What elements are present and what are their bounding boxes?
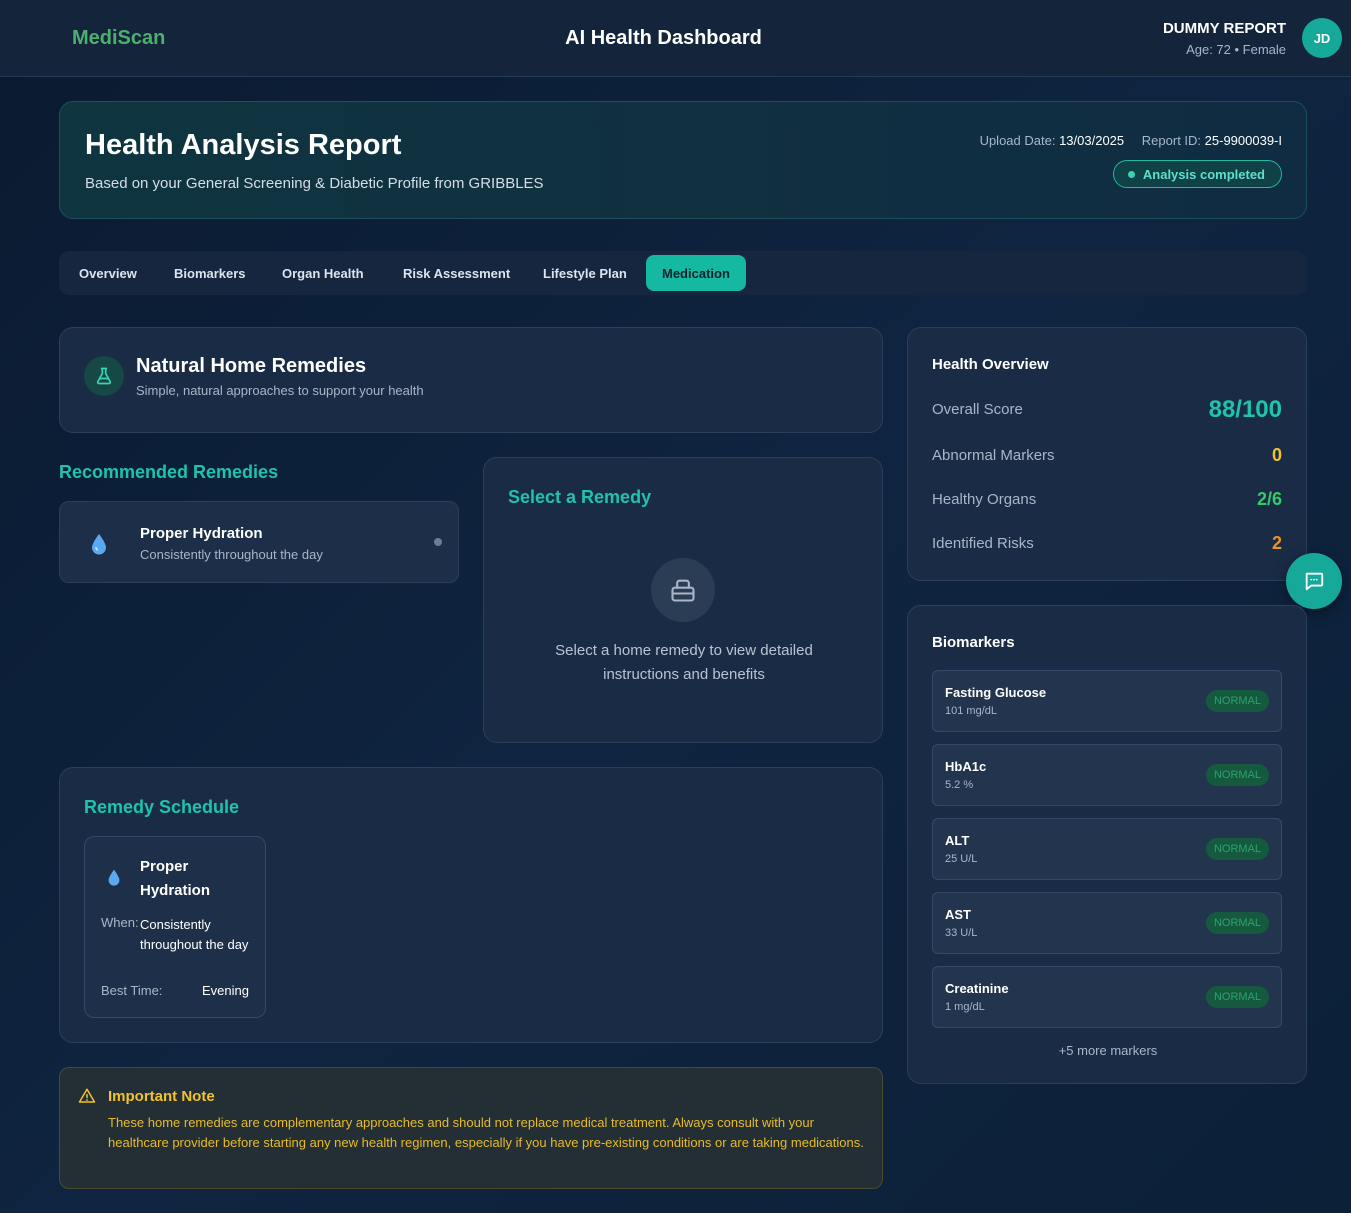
best-time-value: Evening xyxy=(202,983,249,998)
selection-indicator xyxy=(434,538,442,546)
biomarker-row[interactable]: Fasting Glucose 101 mg/dL NORMAL xyxy=(932,670,1282,732)
page-title: Health Analysis Report xyxy=(85,129,402,161)
important-note: Important Note These home remedies are c… xyxy=(59,1067,883,1189)
tab-risk-assessment[interactable]: Risk Assessment xyxy=(387,255,526,291)
upload-date-label: Upload Date: xyxy=(979,133,1056,148)
more-markers-link[interactable]: +5 more markers xyxy=(908,1043,1308,1058)
biomarker-name: AST xyxy=(945,907,971,922)
status-badge: NORMAL xyxy=(1205,764,1269,786)
biomarker-row[interactable]: Creatinine 1 mg/dL NORMAL xyxy=(932,966,1282,1028)
health-overview-title: Health Overview xyxy=(932,356,1049,373)
flask-icon xyxy=(84,356,124,396)
warning-icon xyxy=(78,1087,96,1110)
chat-button[interactable] xyxy=(1286,553,1342,609)
biomarker-value: 33 U/L xyxy=(945,927,978,939)
avatar[interactable]: JD xyxy=(1302,18,1342,58)
water-drop-icon xyxy=(90,533,108,560)
overall-score-value: 88/100 xyxy=(1208,396,1282,423)
select-remedy-message: Select a home remedy to view detailed in… xyxy=(555,642,813,683)
tab-lifestyle-plan[interactable]: Lifestyle Plan xyxy=(527,255,643,291)
status-badge: NORMAL xyxy=(1205,912,1269,934)
biomarkers-title: Biomarkers xyxy=(932,634,1015,651)
status-badge: NORMAL xyxy=(1205,838,1269,860)
chat-icon xyxy=(1305,572,1324,591)
overall-score-label: Overall Score xyxy=(932,401,1023,418)
schedule-remedy-name: Proper Hydration xyxy=(140,858,211,899)
remedy-frequency: Consistently throughout the day xyxy=(140,547,323,562)
biomarker-row[interactable]: ALT 25 U/L NORMAL xyxy=(932,818,1282,880)
status-badge: NORMAL xyxy=(1205,986,1269,1008)
biomarker-name: Creatinine xyxy=(945,981,1009,996)
user-name: DUMMY REPORT xyxy=(1162,20,1286,37)
biomarker-value: 101 mg/dL xyxy=(945,705,997,717)
report-id-label: Report ID: xyxy=(1141,133,1202,148)
biomarker-value: 25 U/L xyxy=(945,853,978,865)
biomarker-value: 1 mg/dL xyxy=(945,1001,985,1013)
status-dot-icon xyxy=(1127,170,1135,178)
remedies-header-panel: Natural Home Remedies Simple, natural ap… xyxy=(59,327,883,433)
biomarker-value: 5.2 % xyxy=(945,779,974,791)
when-value: Consistently throughout the day xyxy=(140,917,249,952)
status-text: Analysis completed xyxy=(1142,166,1265,182)
report-meta: Upload Date: 13/03/2025 Report ID: 25-99… xyxy=(980,133,1282,148)
report-header-card: Health Analysis Report Based on your Gen… xyxy=(59,101,1307,219)
biomarker-name: ALT xyxy=(945,833,970,848)
identified-risks-label: Identified Risks xyxy=(932,535,1034,552)
top-bar: MediScan AI Health Dashboard DUMMY REPOR… xyxy=(0,0,1351,77)
biomarkers-panel: Biomarkers Fasting Glucose 101 mg/dL NOR… xyxy=(907,605,1307,1084)
biomarker-row[interactable]: HbA1c 5.2 % NORMAL xyxy=(932,744,1282,806)
remedies-title: Natural Home Remedies xyxy=(136,355,367,377)
select-remedy-title: Select a Remedy xyxy=(508,487,652,507)
tab-medication[interactable]: Medication xyxy=(646,255,746,291)
abnormal-markers-label: Abnormal Markers xyxy=(932,447,1055,464)
tab-biomarkers[interactable]: Biomarkers xyxy=(158,255,262,291)
upload-date: 13/03/2025 xyxy=(1059,133,1125,148)
when-label: When: xyxy=(101,915,139,930)
biomarker-name: Fasting Glucose xyxy=(945,685,1047,700)
app-title: AI Health Dashboard xyxy=(565,27,762,49)
remedy-schedule-panel: Remedy Schedule Proper Hydration When: C… xyxy=(59,767,883,1043)
tab-organ-health[interactable]: Organ Health xyxy=(266,255,380,291)
remedy-schedule-title: Remedy Schedule xyxy=(84,797,240,817)
health-overview-panel: Health Overview Overall Score 88/100 Abn… xyxy=(907,327,1307,581)
remedy-item[interactable]: Proper Hydration Consistently throughout… xyxy=(59,501,459,583)
identified-risks-value: 2 xyxy=(1271,533,1282,553)
note-text: These home remedies are complementary ap… xyxy=(108,1115,864,1150)
biomarker-name: HbA1c xyxy=(945,759,987,774)
healthy-organs-value: 2/6 xyxy=(1256,489,1282,509)
water-drop-icon xyxy=(107,869,121,891)
box-icon xyxy=(651,558,715,622)
status-badge: Analysis completed xyxy=(1112,160,1282,188)
note-title: Important Note xyxy=(108,1088,215,1105)
remedy-name: Proper Hydration xyxy=(140,525,263,542)
best-time-label: Best Time: xyxy=(101,983,163,998)
tab-overview[interactable]: Overview xyxy=(63,255,153,291)
schedule-card: Proper Hydration When: Consistently thro… xyxy=(84,836,266,1018)
status-badge: NORMAL xyxy=(1205,690,1269,712)
abnormal-markers-value: 0 xyxy=(1271,445,1282,465)
healthy-organs-label: Healthy Organs xyxy=(932,491,1037,508)
report-subtitle: Based on your General Screening & Diabet… xyxy=(85,175,544,192)
user-meta: Age: 72 • Female xyxy=(1186,42,1286,57)
report-id: 25-9900039-I xyxy=(1204,133,1282,148)
tab-bar: Overview Biomarkers Organ Health Risk As… xyxy=(59,251,1307,295)
remedy-detail-panel: Select a Remedy Select a home remedy to … xyxy=(483,457,883,743)
biomarker-row[interactable]: AST 33 U/L NORMAL xyxy=(932,892,1282,954)
remedies-subtitle: Simple, natural approaches to support yo… xyxy=(136,383,424,398)
recommended-remedies-heading: Recommended Remedies xyxy=(59,462,279,482)
